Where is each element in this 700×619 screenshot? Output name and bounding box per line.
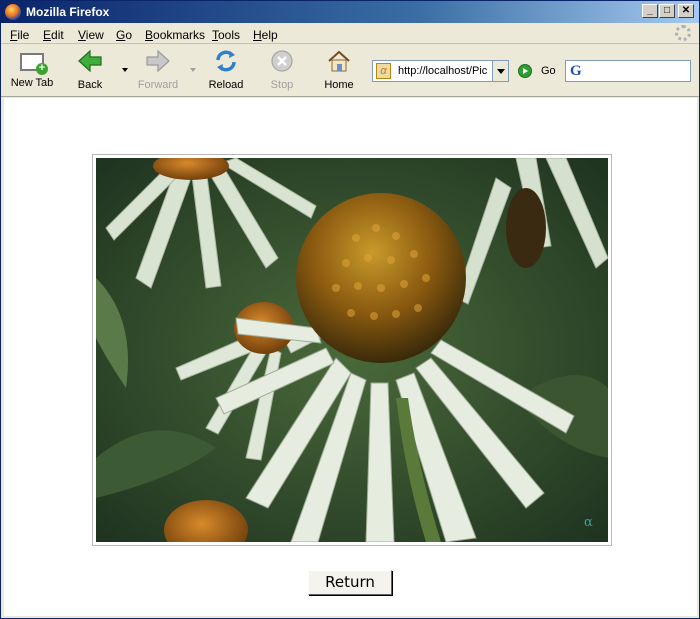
back-arrow-icon — [77, 49, 103, 73]
navigation-toolbar: New Tab Back Forward — [1, 45, 699, 97]
home-icon — [326, 49, 352, 73]
back-history-dropdown-icon[interactable] — [122, 68, 128, 72]
return-button[interactable]: Return — [308, 570, 392, 595]
back-button[interactable]: Back — [63, 49, 117, 91]
stop-icon — [269, 49, 295, 73]
photo-watermark: α — [584, 515, 593, 530]
home-button[interactable]: Home — [312, 49, 366, 91]
new-tab-button[interactable]: New Tab — [5, 49, 59, 89]
coneflower-image: α — [96, 158, 608, 542]
throbber-icon — [675, 25, 691, 41]
url-input[interactable]: http://localhost/Pic — [398, 65, 490, 77]
forward-label: Forward — [137, 79, 179, 91]
firefox-logo-icon — [5, 4, 21, 20]
site-favicon-icon: α — [376, 63, 391, 79]
menu-tools[interactable]: Tools — [212, 28, 240, 42]
forward-button[interactable]: Forward — [131, 49, 185, 91]
menu-bar: File Edit View Go Bookmarks Tools Help — [1, 23, 699, 44]
title-bar[interactable]: Mozilla Firefox _ □ ✕ — [1, 1, 699, 23]
google-engine-icon[interactable]: G — [570, 63, 586, 79]
new-tab-icon — [20, 53, 48, 75]
reload-icon — [213, 49, 239, 73]
go-arrow-icon — [518, 64, 532, 78]
back-label: Back — [77, 79, 103, 91]
forward-arrow-icon — [145, 49, 171, 73]
url-history-dropdown-icon[interactable] — [492, 61, 508, 81]
menu-view[interactable]: View — [78, 28, 104, 42]
home-label: Home — [324, 79, 354, 91]
menu-bookmarks[interactable]: Bookmarks — [145, 28, 205, 42]
maximize-button[interactable]: □ — [659, 4, 675, 18]
menu-file[interactable]: File — [10, 28, 29, 42]
go-label: Go — [541, 65, 556, 77]
browser-window: Mozilla Firefox _ □ ✕ File Edit View Go … — [0, 0, 700, 619]
new-tab-label: New Tab — [10, 77, 54, 89]
address-bar[interactable]: α http://localhost/Pic — [372, 60, 509, 82]
search-bar[interactable]: G — [565, 60, 691, 82]
reload-button[interactable]: Reload — [199, 49, 253, 91]
window-title: Mozilla Firefox — [26, 5, 110, 19]
close-button[interactable]: ✕ — [678, 4, 694, 18]
photo-frame: α — [92, 154, 612, 546]
page-content: α Return — [4, 98, 697, 616]
forward-history-dropdown-icon[interactable] — [190, 68, 196, 72]
menu-help[interactable]: Help — [253, 28, 278, 42]
coneflower-photo: α — [96, 158, 608, 542]
stop-label: Stop — [270, 79, 294, 91]
menu-edit[interactable]: Edit — [43, 28, 64, 42]
reload-label: Reload — [208, 79, 244, 91]
minimize-button[interactable]: _ — [642, 4, 658, 18]
stop-button[interactable]: Stop — [255, 49, 309, 91]
menu-go[interactable]: Go — [116, 28, 132, 42]
